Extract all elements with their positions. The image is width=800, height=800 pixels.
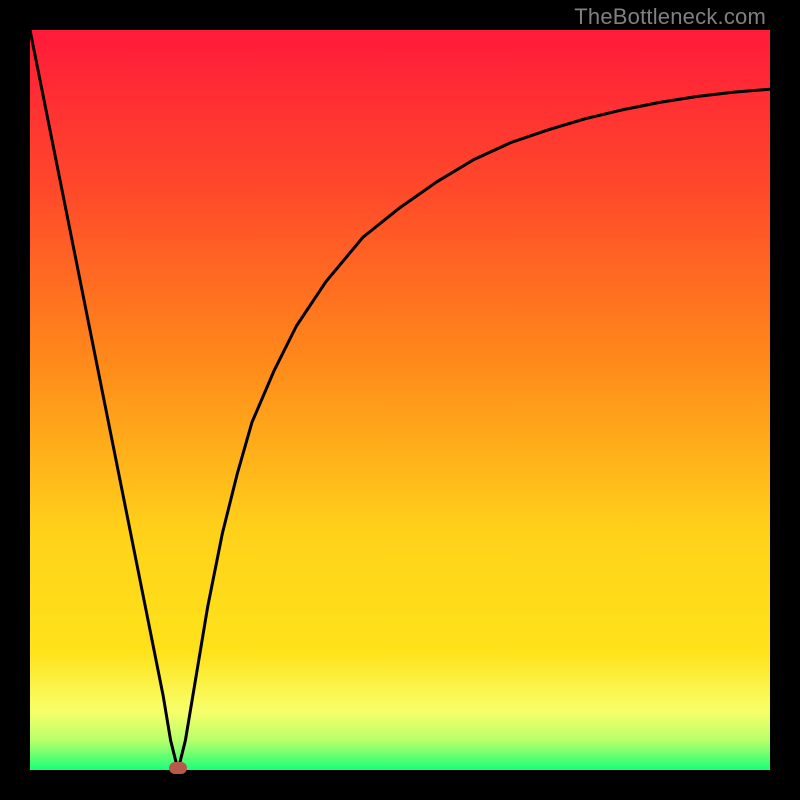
bottleneck-chart xyxy=(30,30,770,770)
optimum-marker xyxy=(169,762,187,774)
gradient-background xyxy=(30,30,770,770)
chart-frame xyxy=(30,30,770,770)
watermark-text: TheBottleneck.com xyxy=(574,4,766,30)
